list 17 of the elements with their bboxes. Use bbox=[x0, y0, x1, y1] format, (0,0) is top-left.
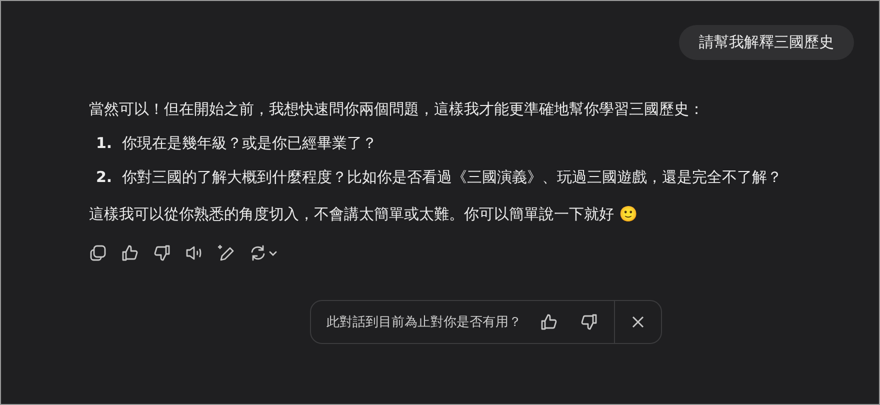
assistant-text: 這樣我可以從你熟悉的角度切入，不會講太簡單或太難。你可以簡單說一下就好 🙂 bbox=[89, 204, 639, 225]
list-item-text: 你現在是幾年級？或是你已經畢業了？ bbox=[122, 133, 377, 154]
pencil-icon[interactable] bbox=[217, 244, 235, 262]
list-number: 2. bbox=[96, 167, 114, 188]
list-number: 1. bbox=[96, 133, 114, 154]
speaker-icon[interactable] bbox=[185, 244, 203, 262]
thumbs-up-icon[interactable] bbox=[540, 313, 558, 331]
user-message: 請幫我解釋三國歷史 bbox=[679, 25, 854, 60]
thumbs-up-icon[interactable] bbox=[121, 244, 139, 262]
feedback-question: 此對話到目前為止對你是否有用？ bbox=[326, 314, 522, 331]
copy-icon[interactable] bbox=[89, 244, 107, 262]
assistant-text: 當然可以！但在開始之前，我想快速問你兩個問題，這樣我才能更準確地幫你學習三國歷史： bbox=[89, 99, 705, 120]
thumbs-down-icon[interactable] bbox=[153, 244, 171, 262]
close-icon[interactable] bbox=[630, 315, 644, 329]
list-item-text: 你對三國的了解大概到什麼程度？比如你是否看過《三國演義》、玩過三國遊戲，還是完全不了解？ bbox=[122, 167, 782, 188]
thumbs-down-icon[interactable] bbox=[580, 313, 598, 331]
regenerate-icon[interactable] bbox=[249, 244, 279, 262]
